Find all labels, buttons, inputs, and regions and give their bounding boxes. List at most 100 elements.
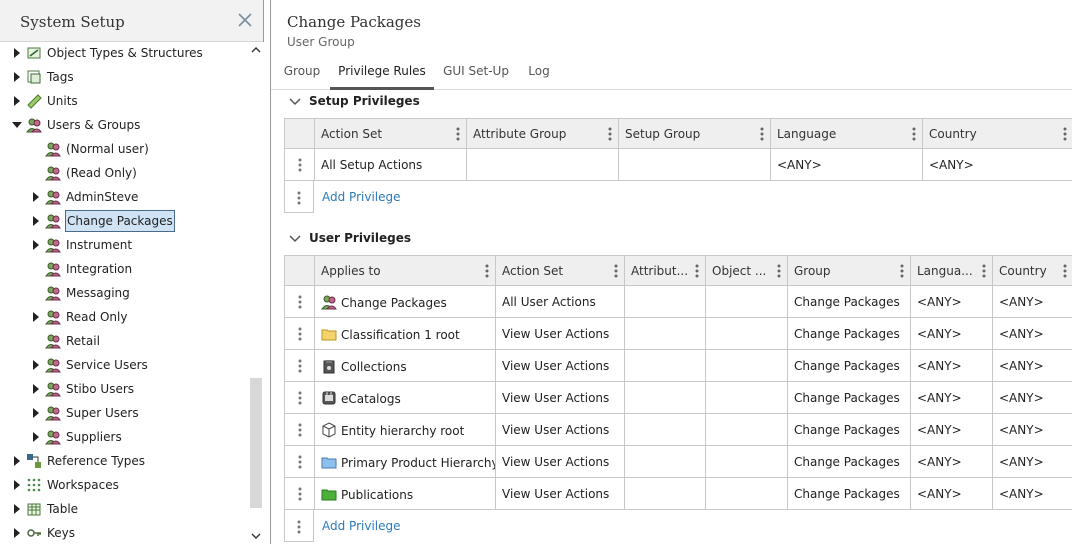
table-cell[interactable]: Change Packages <box>787 477 911 510</box>
table-cell[interactable] <box>624 381 706 414</box>
table-cell[interactable]: View User Actions <box>495 317 625 350</box>
row-handle[interactable] <box>284 381 315 414</box>
caret-right-icon[interactable] <box>31 239 41 251</box>
table-cell[interactable]: All User Actions <box>495 285 625 318</box>
column-menu-icon[interactable] <box>485 264 489 278</box>
table-cell[interactable]: <ANY> <box>992 349 1072 382</box>
applies-to-cell[interactable]: Change Packages <box>314 285 496 318</box>
column-header[interactable]: Langua... <box>910 255 993 286</box>
column-menu-icon[interactable] <box>614 264 618 278</box>
column-menu-icon[interactable] <box>777 264 781 278</box>
table-cell[interactable] <box>624 445 706 478</box>
tree-item[interactable]: Workspaces <box>0 474 248 496</box>
column-header[interactable]: Applies to <box>314 255 496 286</box>
table-row[interactable]: Collections View User Actions Change Packa… <box>284 349 1072 382</box>
table-cell[interactable]: <ANY> <box>910 349 993 382</box>
column-menu-icon[interactable] <box>1063 264 1067 278</box>
tree-item[interactable]: Stibo Users <box>0 378 248 400</box>
table-cell[interactable] <box>705 317 788 350</box>
table-cell[interactable]: <ANY> <box>910 285 993 318</box>
column-menu-icon[interactable] <box>900 264 904 278</box>
caret-right-icon[interactable] <box>12 455 22 467</box>
column-header[interactable]: Action Set <box>495 255 625 286</box>
caret-right-icon[interactable] <box>12 47 22 59</box>
row-handle[interactable] <box>284 181 314 213</box>
table-cell[interactable]: <ANY> <box>992 317 1072 350</box>
tree-item[interactable]: Reference Types <box>0 450 248 472</box>
row-handle[interactable] <box>284 148 315 181</box>
table-cell[interactable]: View User Actions <box>495 349 625 382</box>
tree-item[interactable]: Service Users <box>0 354 248 376</box>
caret-right-icon[interactable] <box>31 431 41 443</box>
row-handle[interactable] <box>284 349 315 382</box>
caret-right-icon[interactable] <box>31 359 41 371</box>
applies-to-cell[interactable]: Collections <box>314 349 496 382</box>
table-cell[interactable]: <ANY> <box>992 477 1072 510</box>
table-row[interactable]: Change Packages All User Actions Change Pa… <box>284 285 1072 318</box>
tree-item[interactable]: Retail <box>0 330 248 352</box>
tree-item[interactable]: (Read Only) <box>0 162 248 184</box>
applies-to-cell[interactable]: Entity hierarchy root <box>314 413 496 446</box>
column-header[interactable]: Attribute Group <box>466 118 619 149</box>
table-cell[interactable] <box>618 148 771 181</box>
caret-right-icon[interactable] <box>12 527 22 539</box>
tab-privilege-rules[interactable]: Privilege Rules <box>330 56 434 90</box>
row-handle[interactable] <box>284 317 315 350</box>
table-cell[interactable]: View User Actions <box>495 413 625 446</box>
table-cell[interactable] <box>624 349 706 382</box>
table-cell[interactable] <box>705 477 788 510</box>
table-cell[interactable]: View User Actions <box>495 477 625 510</box>
caret-right-icon[interactable] <box>31 215 41 227</box>
table-cell[interactable] <box>705 285 788 318</box>
table-cell[interactable]: Change Packages <box>787 445 911 478</box>
column-header[interactable]: Attribut... <box>624 255 706 286</box>
tree-item[interactable]: Tags <box>0 66 248 88</box>
table-cell[interactable]: Change Packages <box>787 381 911 414</box>
table-cell[interactable] <box>705 413 788 446</box>
table-row[interactable]: Primary Product Hierarchy View User Actio… <box>284 445 1072 478</box>
column-menu-icon[interactable] <box>608 127 612 141</box>
table-cell[interactable] <box>624 317 706 350</box>
table-cell[interactable]: <ANY> <box>922 148 1072 181</box>
caret-right-icon[interactable] <box>12 479 22 491</box>
table-cell[interactable]: <ANY> <box>910 477 993 510</box>
column-menu-icon[interactable] <box>760 127 764 141</box>
table-row[interactable]: Publications View User Actions Change Pack… <box>284 477 1072 510</box>
column-menu-icon[interactable] <box>456 127 460 141</box>
table-cell[interactable] <box>624 285 706 318</box>
close-icon[interactable] <box>236 11 254 29</box>
tree-item[interactable]: Integration <box>0 258 248 280</box>
applies-to-cell[interactable]: Publications <box>314 477 496 510</box>
tab-log[interactable]: Log <box>523 56 555 90</box>
table-cell[interactable] <box>705 381 788 414</box>
user-privileges-section-toggle[interactable]: User Privileges <box>289 231 589 251</box>
row-handle[interactable] <box>284 477 315 510</box>
table-cell[interactable]: <ANY> <box>992 445 1072 478</box>
table-cell[interactable] <box>624 477 706 510</box>
caret-right-icon[interactable] <box>31 311 41 323</box>
table-row[interactable]: eCatalogs View User Actions Change Package… <box>284 381 1072 414</box>
row-handle[interactable] <box>284 445 315 478</box>
tree-item[interactable]: Read Only <box>0 306 248 328</box>
scrollbar-thumb[interactable] <box>250 378 262 508</box>
scroll-up-icon[interactable] <box>251 46 261 54</box>
caret-right-icon[interactable] <box>12 95 22 107</box>
table-row[interactable]: All Setup Actions <ANY> <ANY> <box>284 148 1072 181</box>
column-header[interactable]: Object ... <box>705 255 788 286</box>
table-cell[interactable]: <ANY> <box>992 413 1072 446</box>
tree-item[interactable]: Messaging <box>0 282 248 304</box>
row-handle[interactable] <box>284 285 315 318</box>
column-header[interactable]: Country <box>922 118 1072 149</box>
table-cell[interactable]: <ANY> <box>992 285 1072 318</box>
tree-item[interactable]: Change Packages <box>0 210 248 232</box>
table-cell[interactable] <box>624 413 706 446</box>
column-menu-icon[interactable] <box>695 264 699 278</box>
table-row[interactable]: Classification 1 root View User Actions Ch… <box>284 317 1072 350</box>
column-header[interactable]: Setup Group <box>618 118 771 149</box>
table-cell[interactable]: <ANY> <box>910 381 993 414</box>
tab-gui-set-up[interactable]: GUI Set-Up <box>439 56 513 90</box>
caret-right-icon[interactable] <box>12 503 22 515</box>
tree-scrollbar[interactable] <box>248 42 264 544</box>
column-header[interactable]: Group <box>787 255 911 286</box>
caret-right-icon[interactable] <box>31 407 41 419</box>
